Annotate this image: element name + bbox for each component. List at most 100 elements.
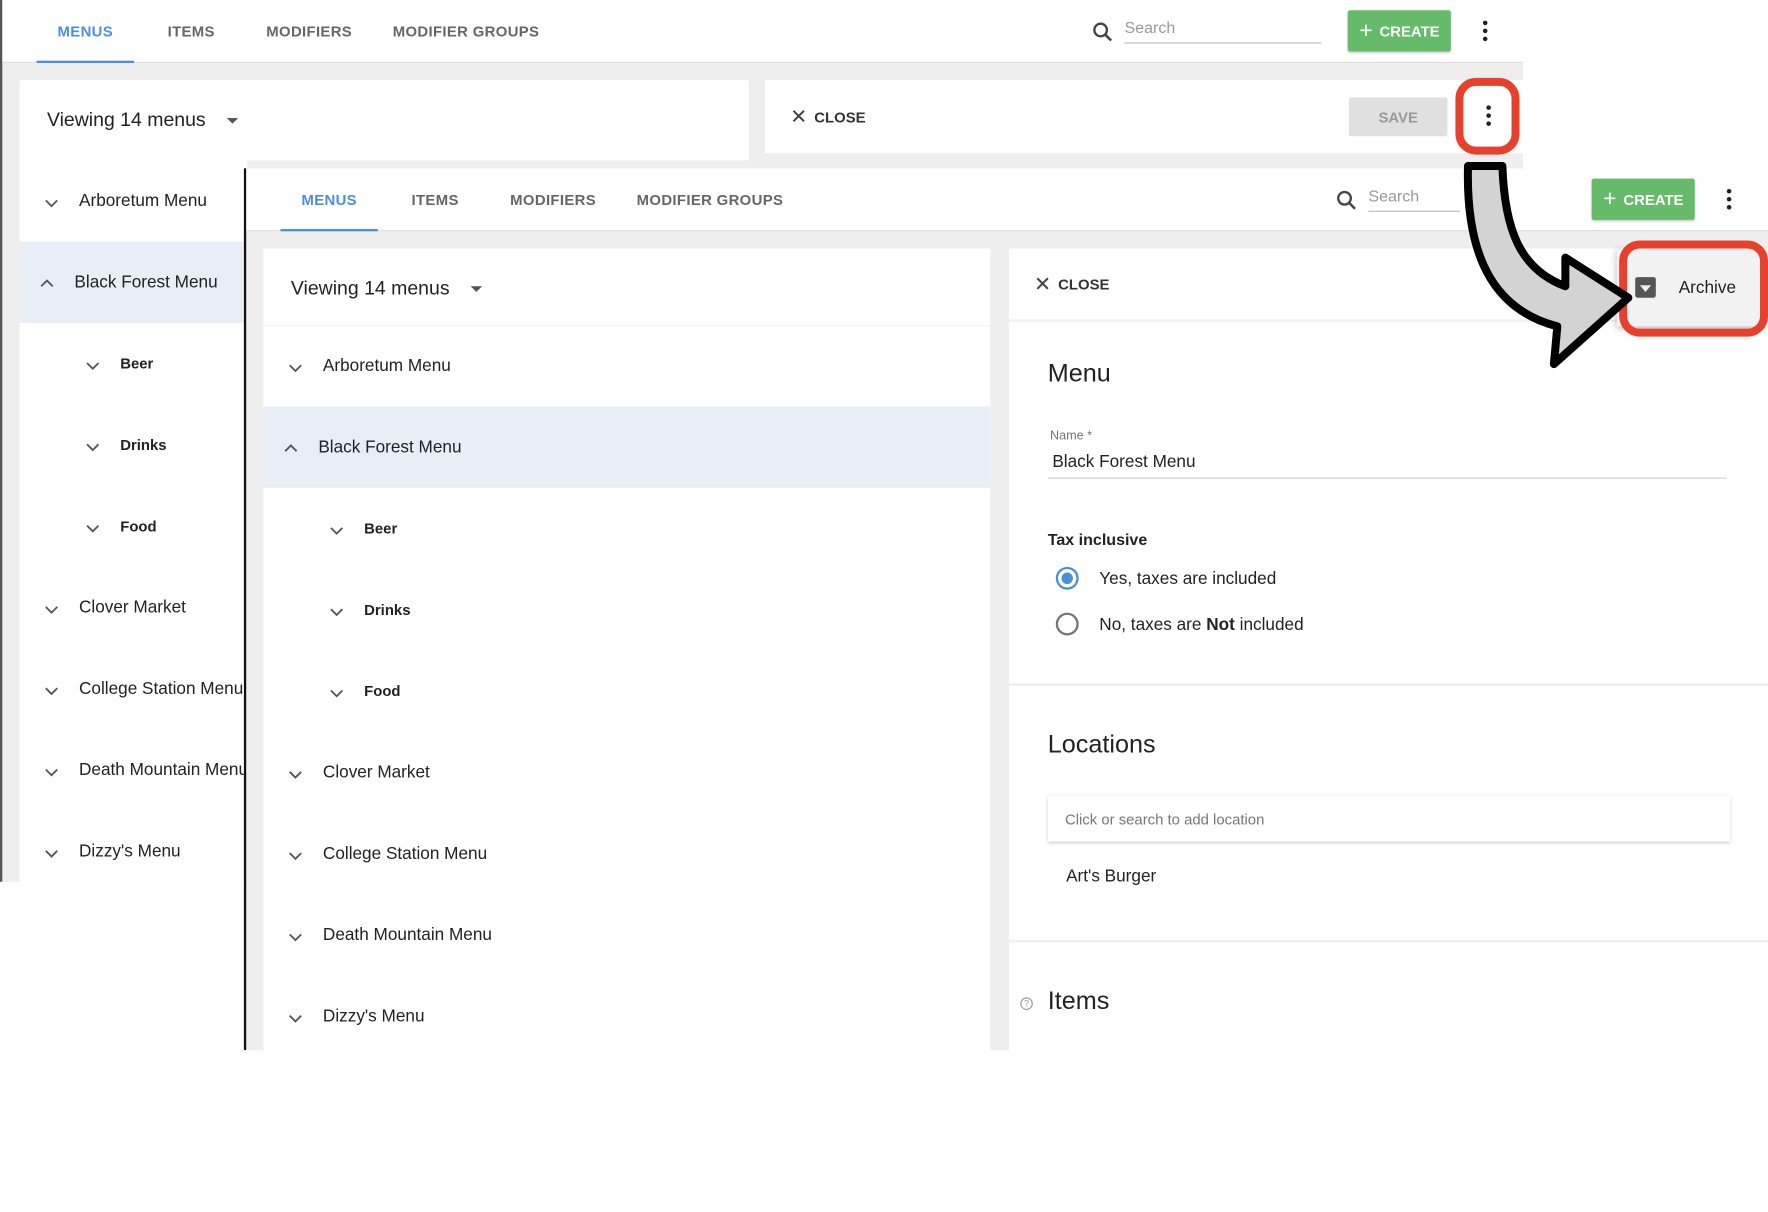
tab-menus[interactable]: MENUS [280, 168, 378, 232]
viewing-label: Viewing 14 menus [46, 108, 206, 131]
close-label: CLOSE [814, 108, 866, 126]
search-icon[interactable] [1334, 188, 1359, 213]
chevron-down-icon [45, 601, 59, 615]
list-item[interactable]: Clover Market [19, 567, 247, 648]
chevron-down-icon [45, 194, 59, 208]
menu-list: Arboretum Menu Black Forest Menu Beer Dr… [19, 160, 249, 882]
chevron-down-icon [330, 522, 344, 536]
create-button[interactable]: + CREATE [1347, 10, 1452, 52]
tab-modifiers[interactable]: MODIFIERS [500, 168, 605, 231]
menu-label: College Station Menu [322, 843, 488, 864]
menu-label: Death Mountain Menu [322, 925, 492, 945]
tax-no-label: No, taxes are Not included [1099, 614, 1303, 633]
locations-title: Locations [1047, 729, 1156, 759]
list-item[interactable]: Dizzy's Menu [263, 976, 990, 1050]
caret-down-icon [226, 117, 238, 124]
tab-modifier-groups[interactable]: MODIFIER GROUPS [386, 0, 546, 63]
menu-label: College Station Menu [79, 679, 244, 699]
tax-no-prefix: No, taxes are [1099, 614, 1207, 634]
close-button[interactable]: ✕ CLOSE [790, 106, 865, 127]
name-label: Name * [1050, 429, 1093, 444]
radio-unchecked-icon [1055, 612, 1079, 636]
chevron-down-icon [330, 684, 344, 698]
menu-section: Menu Name * Black Forest Menu Tax inclus… [1008, 321, 1768, 684]
list-item[interactable]: Food [263, 650, 990, 731]
chevron-down-icon [289, 1009, 303, 1023]
close-icon: ✕ [790, 105, 808, 129]
menu-label: Arboretum Menu [322, 356, 451, 376]
category-label: Food [364, 682, 401, 700]
close-icon: ✕ [1034, 272, 1052, 296]
tab-modifier-groups[interactable]: MODIFIER GROUPS [630, 168, 790, 231]
menu-label: Dizzy's Menu [79, 841, 181, 862]
create-label: CREATE [1379, 22, 1440, 40]
menu-label: Black Forest Menu [318, 437, 462, 457]
chevron-down-icon [86, 357, 100, 371]
tax-no-suffix: included [1234, 614, 1304, 634]
highlight-box [1619, 240, 1768, 337]
list-item[interactable]: Arboretum Menu [19, 160, 247, 241]
chevron-down-icon [289, 765, 303, 779]
menu-label: Black Forest Menu [74, 272, 218, 293]
save-button[interactable]: SAVE [1348, 97, 1448, 137]
list-item[interactable]: Death Mountain Menu [19, 729, 249, 810]
more-options-icon[interactable] [1718, 184, 1741, 214]
chevron-down-icon [86, 519, 100, 533]
caret-down-icon [470, 285, 482, 292]
chevron-up-icon [284, 440, 298, 454]
list-item[interactable]: Food [19, 486, 247, 567]
menu-label: Arboretum Menu [79, 191, 207, 211]
list-item[interactable]: Clover Market [263, 732, 990, 813]
search-input[interactable]: Search [1124, 11, 1322, 44]
chevron-down-icon [330, 603, 344, 617]
menu-label: Clover Market [79, 597, 186, 618]
chevron-down-icon [289, 847, 303, 861]
list-item[interactable]: Death Mountain Menu [263, 894, 990, 975]
list-item[interactable]: Black Forest Menu [19, 241, 248, 323]
tax-label: Tax inclusive [1047, 530, 1148, 549]
menu-label: Clover Market [322, 762, 430, 783]
chevron-down-icon [45, 682, 59, 696]
menu-list-card: Viewing 14 menus Arboretum Menu Black Fo… [263, 248, 991, 1051]
search-input[interactable]: Search [1368, 180, 1461, 212]
help-icon[interactable]: ? [1020, 997, 1033, 1010]
name-field[interactable]: Black Forest Menu [1052, 452, 1195, 471]
view-selector[interactable]: Viewing 14 menus [47, 109, 238, 132]
menu-label: Death Mountain Menu [79, 760, 249, 780]
items-title: Items [1047, 985, 1110, 1015]
chevron-down-icon [289, 359, 303, 373]
field-underline [1047, 477, 1727, 479]
list-item[interactable]: College Station Menu [263, 813, 990, 894]
list-item[interactable]: Black Forest Menu [263, 406, 991, 488]
category-label: Beer [364, 519, 398, 538]
list-item[interactable]: Beer [19, 323, 247, 404]
location-item: Art's Burger [1066, 866, 1157, 887]
list-item[interactable]: Beer [263, 488, 990, 569]
section-title: Menu [1047, 358, 1111, 388]
location-search-input[interactable]: Click or search to add location [1047, 795, 1731, 842]
chevron-down-icon [289, 928, 303, 942]
tab-menus[interactable]: MENUS [36, 0, 134, 63]
top-nav: MENUS ITEMS MODIFIERS MODIFIER GROUPS Se… [2, 0, 1523, 63]
list-item[interactable]: Drinks [263, 569, 990, 650]
tab-items[interactable]: ITEMS [395, 168, 475, 231]
more-options-icon[interactable] [1474, 16, 1497, 46]
close-button[interactable]: ✕ CLOSE [1034, 274, 1109, 295]
list-item[interactable]: College Station Menu [19, 648, 247, 729]
tax-yes-radio[interactable]: Yes, taxes are included [1055, 566, 1277, 590]
menu-label: Dizzy's Menu [322, 1006, 425, 1027]
tab-modifiers[interactable]: MODIFIERS [257, 0, 362, 63]
list-item[interactable]: Dizzy's Menu [19, 811, 247, 882]
plus-icon: + [1359, 18, 1373, 44]
list-item[interactable]: Arboretum Menu [263, 325, 990, 406]
tax-no-radio[interactable]: No, taxes are Not included [1055, 612, 1304, 636]
chevron-down-icon [45, 763, 59, 777]
list-item[interactable]: Drinks [19, 404, 247, 485]
search-icon[interactable] [1090, 19, 1115, 44]
view-selector[interactable]: Viewing 14 menus [291, 277, 482, 300]
highlight-box [1455, 77, 1520, 155]
items-section: ? Items [1008, 942, 1768, 1051]
viewing-label: Viewing 14 menus [290, 277, 450, 299]
tax-yes-label: Yes, taxes are included [1099, 568, 1277, 589]
tab-items[interactable]: ITEMS [151, 0, 231, 63]
